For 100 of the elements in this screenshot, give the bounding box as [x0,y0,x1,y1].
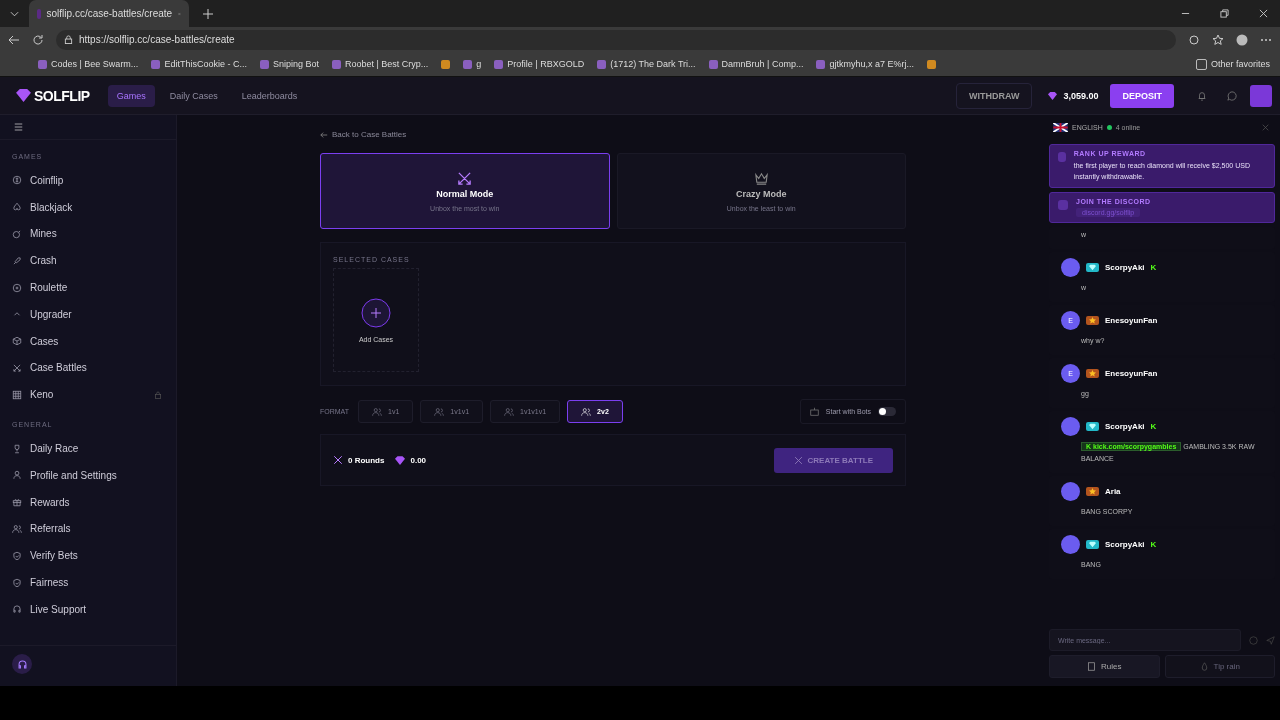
sidebar-item[interactable]: Cases [0,327,176,355]
menu-icon[interactable] [14,123,23,131]
sidebar-item[interactable]: Fairness [0,569,176,596]
target-icon [12,282,22,293]
back-icon[interactable] [8,33,20,46]
sidebar-item[interactable]: Crash [0,247,176,275]
spade-icon [12,202,22,213]
balance-amount: 3,059.00 [1063,90,1099,101]
droplet-icon [1199,662,1209,671]
bookmark[interactable]: (1712) The Dark Tri... [597,59,696,69]
coin-icon [12,175,22,186]
avatar-button[interactable] [1250,84,1272,107]
mode-title: Crazy Mode [736,188,787,199]
sidebar-item[interactable]: Blackjack [0,193,176,221]
chevron-down-icon[interactable] [10,10,19,17]
sidebar-item[interactable]: Rewards [0,488,176,516]
new-tab-icon[interactable] [203,8,213,19]
sidebar-item[interactable]: Case Battles [0,354,176,382]
gift-icon [12,497,22,508]
site-favicon-icon [37,8,41,19]
plus-circle-icon [361,297,391,328]
bookmark[interactable]: EditThisCookie - C... [151,59,247,69]
reload-icon[interactable] [32,33,44,46]
deposit-button[interactable]: DEPOSIT [1110,83,1174,108]
username[interactable]: ScorpyAki [1105,421,1145,431]
gem-icon [1048,91,1058,100]
support-button[interactable] [12,654,32,674]
sidebar-item[interactable]: Verify Bets [0,542,176,570]
gem-logo-icon [16,89,31,102]
nav-tab[interactable]: Games [107,84,155,107]
sidebar-item[interactable]: Upgrader [0,301,176,328]
other-favorites-folder[interactable]: Other favorites [1195,58,1270,70]
browser-tab[interactable]: solflip.cc/case-battles/create [29,0,189,27]
bell-icon[interactable] [1197,90,1207,101]
users-icon [434,406,445,417]
bomb-icon [12,229,22,239]
kick-tag: K [1150,539,1157,549]
trophy-icon [12,443,22,454]
bookmark[interactable]: DamnBruh | Comp... [708,59,804,69]
username[interactable]: ScorpyAki [1105,263,1145,273]
document-icon [1087,662,1096,671]
nav-tab[interactable]: Leaderboards [232,84,307,107]
username[interactable]: EnesoyunFan [1105,316,1158,326]
gem-icon [395,455,406,465]
toggle-switch[interactable] [878,407,896,416]
restore-icon[interactable] [1220,9,1229,18]
sidebar-item[interactable]: Daily Race [0,435,176,462]
bookmark[interactable]: gjtkmyhu,x a7 E%rj... [816,59,914,69]
back-link[interactable]: Back to Case Battles [332,130,407,139]
bookmark-icon[interactable] [927,59,936,69]
site-logo[interactable]: SOLFLIP [34,87,90,104]
user-avatar[interactable] [1061,534,1080,554]
sidebar-item[interactable]: Live Support [0,595,176,623]
user-icon [12,470,22,481]
user-avatar[interactable] [1061,258,1080,278]
address-bar[interactable]: https://solflip.cc/case-battles/create [56,29,1176,50]
sidebar-item[interactable]: Referrals [0,515,176,543]
sidebar-item[interactable]: Mines [0,220,176,248]
robot-icon [809,407,819,416]
kick-tag: K [1150,263,1157,273]
rules-button[interactable]: Rules [1049,655,1160,678]
username[interactable]: Aria [1105,486,1121,496]
sidebar-item[interactable]: Profile and Settings [0,461,176,489]
bookmark[interactable]: Profile | RBXGOLD [494,59,585,69]
users-icon [372,406,383,417]
sidebar-item[interactable]: Coinflip [0,167,176,194]
crossed-swords-icon [12,362,22,373]
headset-icon [12,604,22,615]
kick-tag: K [1150,421,1157,431]
sidebar-item[interactable]: Roulette [0,274,176,301]
headset-icon [16,658,28,670]
crossed-swords-icon [793,455,803,465]
bookmark-icon[interactable] [441,59,451,69]
username[interactable]: EnesoyunFan [1105,369,1158,379]
bookmark[interactable]: Codes | Bee Swarm... [38,59,139,69]
users-icon [12,523,22,534]
user-avatar[interactable] [1061,481,1080,501]
user-avatar[interactable] [1061,416,1080,436]
shield-check-icon [12,550,22,561]
grid-icon [12,389,22,400]
total-amount: 0.00 [410,455,427,465]
crown-icon [753,170,769,186]
profile-icon[interactable] [1236,33,1248,46]
sidebar-item[interactable]: Keno [0,381,176,409]
crossed-swords-icon [457,170,473,186]
withdraw-button[interactable]: WITHDRAW [955,82,1033,109]
bookmark[interactable]: Sniping Bot [259,59,319,69]
mode-title: Normal Mode [436,188,494,199]
uk-flag-icon [1053,123,1068,132]
nav-tab[interactable]: Daily Cases [160,84,227,107]
chat-icon[interactable] [1227,90,1237,101]
users-icon [581,406,592,417]
bookmark[interactable]: Roobet | Best Cryp... [331,59,429,69]
back-arrow-icon[interactable] [320,130,328,139]
username[interactable]: ScorpyAki [1105,539,1145,549]
rounds-count: 0 Rounds [348,455,385,465]
cube-icon [12,336,22,347]
users-icon [504,406,515,417]
crossed-swords-icon [333,455,343,465]
star-icon[interactable] [1212,33,1224,46]
